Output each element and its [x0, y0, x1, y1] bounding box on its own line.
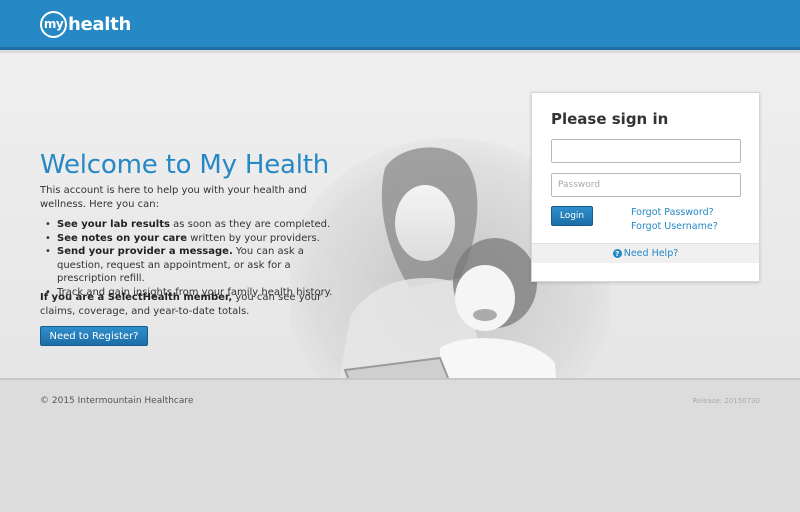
selecthealth-member-text: If you are a SelectHealth member, you ca…	[40, 291, 340, 319]
password-input[interactable]	[551, 173, 741, 197]
footer-copyright: © 2015 Intermountain Healthcare	[40, 396, 194, 406]
feature-text: written by your providers.	[187, 232, 320, 244]
register-button[interactable]: Need to Register?	[40, 326, 148, 346]
hero-divider	[0, 378, 800, 380]
feature-bold: See your lab results	[57, 219, 170, 230]
feature-list: See your lab results as soon as they are…	[45, 218, 347, 299]
footer-release: Release: 20150730	[692, 397, 760, 405]
signin-title: Please sign in	[551, 110, 669, 128]
question-circle-icon: ?	[612, 249, 622, 258]
login-button[interactable]: Login	[551, 206, 593, 226]
feature-text: as soon as they are completed.	[169, 219, 331, 230]
signin-panel: Please sign in Login Forgot Password? Fo…	[531, 92, 760, 282]
myhealth-logo[interactable]: my health	[40, 10, 131, 38]
page-title: Welcome to My Health	[40, 150, 330, 180]
intro-text: This account is here to help you with yo…	[40, 185, 307, 210]
feature-item: Send your provider a message. You can as…	[45, 245, 347, 286]
feature-item: See notes on your care written by your p…	[45, 232, 347, 246]
username-input[interactable]	[551, 139, 741, 163]
forgot-username-link[interactable]: Forgot Username?	[631, 221, 718, 232]
logo-word: health	[68, 13, 131, 35]
need-help-link[interactable]: ? Need Help?	[532, 243, 759, 263]
feature-item: See your lab results as soon as they are…	[45, 218, 347, 232]
need-help-label: Need Help?	[623, 248, 679, 259]
feature-bold: See notes on your care	[57, 232, 188, 244]
feature-bold: Send your provider a message.	[57, 246, 233, 257]
member-bold: If you are a SelectHealth member,	[40, 292, 233, 303]
top-header: my health	[0, 0, 800, 50]
logo-mark: my	[40, 10, 67, 38]
forgot-password-link[interactable]: Forgot Password?	[631, 207, 714, 218]
